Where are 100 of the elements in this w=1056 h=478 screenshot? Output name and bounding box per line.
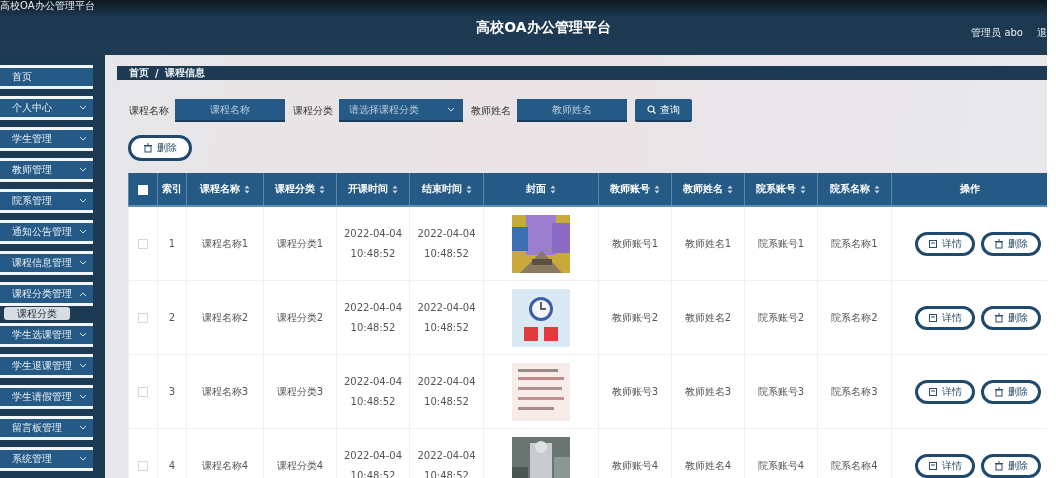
sidebar-item[interactable]: 课程信息管理 bbox=[0, 251, 93, 275]
details-button[interactable]: 详情 bbox=[914, 379, 975, 404]
trash-icon bbox=[143, 143, 153, 153]
table-cell-text: 课程分类1 bbox=[276, 236, 324, 251]
column-header[interactable]: 封面 bbox=[526, 182, 546, 196]
table-cell-text: 课程名称1 bbox=[201, 236, 249, 251]
trash-icon bbox=[993, 312, 1004, 323]
table-cell-text: 2022-04-04 10:48:52 bbox=[342, 226, 404, 261]
app-title: 高校OA办公管理平台 bbox=[476, 18, 611, 37]
sidebar-item[interactable]: 个人中心 bbox=[0, 96, 93, 120]
sidebar-item[interactable]: 通知公告管理 bbox=[0, 220, 93, 244]
search-icon bbox=[647, 105, 656, 114]
delete-button[interactable]: 删除 bbox=[980, 231, 1041, 256]
sidebar-item[interactable]: 系统管理 bbox=[0, 447, 93, 471]
table-cell-text: 教师姓名1 bbox=[684, 236, 732, 251]
table-cell-text: 1 bbox=[168, 236, 176, 251]
field-label: 课程名称 bbox=[129, 103, 169, 118]
checkbox[interactable] bbox=[138, 460, 148, 471]
chevron-icon bbox=[79, 198, 87, 204]
input-field[interactable]: 教师姓名 bbox=[517, 99, 627, 122]
submenu-item[interactable]: 课程分类 bbox=[4, 307, 70, 320]
table-cell-text: 课程分类3 bbox=[276, 384, 324, 399]
table-cell-text: 2022-04-04 10:48:52 bbox=[342, 300, 404, 335]
select-field[interactable]: 请选择课程分类 bbox=[339, 99, 463, 122]
chevron-icon bbox=[79, 167, 87, 173]
chevron-icon bbox=[79, 394, 87, 400]
table-cell-text: 教师账号2 bbox=[611, 310, 659, 325]
search-button[interactable]: 查询 bbox=[635, 99, 692, 122]
sidebar-item[interactable]: 学生退课管理 bbox=[0, 354, 93, 378]
breadcrumb-item[interactable]: 首页 bbox=[129, 66, 149, 80]
chevron-icon bbox=[79, 260, 87, 266]
table-cell-text: 教师姓名2 bbox=[684, 310, 732, 325]
document-icon bbox=[927, 238, 938, 249]
table-cell-text: 2022-04-04 10:48:52 bbox=[342, 448, 404, 478]
field-label: 教师姓名 bbox=[471, 103, 511, 118]
delete-button[interactable]: 删除 bbox=[980, 379, 1041, 404]
chevron-icon bbox=[79, 332, 87, 338]
table-cell-text: 院系账号4 bbox=[757, 458, 805, 473]
table-cell-text: 课程分类2 bbox=[276, 310, 324, 325]
table-cell-text: 课程名称2 bbox=[201, 310, 249, 325]
sidebar-item[interactable]: 学生管理 bbox=[0, 127, 93, 151]
sidebar-item[interactable]: 课程分类管理 bbox=[0, 282, 93, 306]
chevron-icon bbox=[79, 425, 87, 431]
delete-button[interactable]: 删除 bbox=[980, 453, 1041, 478]
logout-link[interactable]: 退 bbox=[1037, 26, 1047, 40]
delete-button[interactable]: 删除 bbox=[128, 135, 192, 161]
field-label: 课程分类 bbox=[293, 103, 333, 118]
sidebar-item[interactable]: 教师管理 bbox=[0, 158, 93, 182]
table-cell-text: 课程分类4 bbox=[276, 458, 324, 473]
sidebar-item[interactable]: 院系管理 bbox=[0, 189, 93, 213]
trash-icon bbox=[993, 460, 1004, 471]
sort-icon bbox=[550, 184, 556, 194]
table-cell-text: 2022-04-04 10:48:52 bbox=[416, 226, 477, 261]
input-field[interactable]: 课程名称 bbox=[175, 99, 285, 122]
table-cell-text: 院系账号3 bbox=[757, 384, 805, 399]
sidebar-item[interactable]: 学生选课管理 bbox=[0, 323, 93, 347]
chevron-icon bbox=[79, 291, 87, 297]
sidebar-item[interactable]: 留言板管理 bbox=[0, 416, 93, 440]
table-cell-text: 2022-04-04 10:48:52 bbox=[416, 448, 477, 478]
chevron-icon bbox=[79, 229, 87, 235]
checkbox[interactable] bbox=[138, 312, 148, 323]
sidebar-item[interactable]: 学生请假管理 bbox=[0, 385, 93, 409]
table-cell-text: 2022-04-04 10:48:52 bbox=[416, 300, 477, 335]
table-cell-text: 院系名称2 bbox=[831, 310, 878, 325]
table-cell-text: 2 bbox=[168, 310, 176, 325]
sidebar-item[interactable]: 首页 bbox=[0, 65, 93, 89]
table-cell-text: 教师账号1 bbox=[611, 236, 659, 251]
document-icon bbox=[927, 460, 938, 471]
table-cell-text: 课程名称4 bbox=[201, 458, 249, 473]
checkbox[interactable] bbox=[138, 238, 148, 249]
table-cell-text: 教师账号4 bbox=[611, 458, 659, 473]
chevron-icon bbox=[79, 363, 87, 369]
table-cell-text: 4 bbox=[168, 458, 176, 473]
table-cell-text: 教师姓名4 bbox=[684, 458, 732, 473]
chevron-icon bbox=[79, 105, 87, 111]
trash-icon bbox=[993, 386, 1004, 397]
sort-icon bbox=[319, 184, 325, 194]
document-icon bbox=[927, 312, 938, 323]
trash-icon bbox=[993, 238, 1004, 249]
details-button[interactable]: 详情 bbox=[914, 305, 975, 330]
table-cell-text: 院系名称1 bbox=[831, 236, 878, 251]
sort-icon bbox=[392, 184, 398, 194]
chevron-icon bbox=[447, 106, 455, 113]
column-header: 索引 bbox=[162, 182, 182, 196]
sort-icon bbox=[654, 184, 660, 194]
sort-icon bbox=[244, 184, 250, 194]
delete-button[interactable]: 删除 bbox=[980, 305, 1041, 330]
table-cell-text: 院系名称4 bbox=[831, 458, 878, 473]
details-button[interactable]: 详情 bbox=[914, 453, 975, 478]
table-cell-text: 3 bbox=[168, 384, 176, 399]
table-cell-text: 教师账号3 bbox=[611, 384, 659, 399]
window-title: 高校OA办公管理平台 bbox=[0, 0, 95, 12]
table-cell-text: 课程名称3 bbox=[201, 384, 249, 399]
chevron-icon bbox=[79, 456, 87, 462]
table-cell-text: 2022-04-04 10:48:52 bbox=[416, 374, 477, 409]
breadcrumb-separator: / bbox=[155, 67, 159, 79]
table-cell-text: 院系账号1 bbox=[757, 236, 805, 251]
details-button[interactable]: 详情 bbox=[914, 231, 975, 256]
checkbox[interactable] bbox=[138, 386, 148, 397]
document-icon bbox=[927, 386, 938, 397]
